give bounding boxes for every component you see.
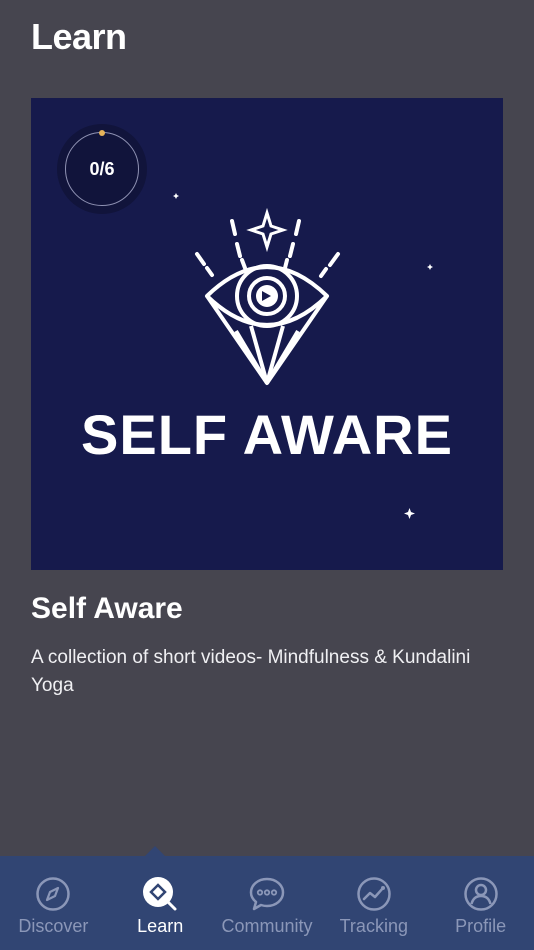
tab-tracking[interactable]: Tracking — [320, 856, 427, 950]
tab-label: Learn — [137, 916, 184, 936]
page-title: Learn — [31, 16, 127, 57]
card-art-title: SELF AWARE — [81, 403, 453, 466]
course-title[interactable]: Self Aware — [31, 592, 183, 626]
bottom-tab-bar: Discover Learn Community Tracking Profil… — [0, 856, 534, 950]
chat-bubble-icon — [249, 877, 285, 911]
tab-label: Profile — [455, 916, 507, 936]
course-card[interactable]: 0/6 SELF AWARE — [31, 98, 503, 570]
tab-learn[interactable]: Learn — [107, 856, 214, 950]
learn-search-icon — [143, 877, 177, 911]
compass-icon — [36, 877, 71, 911]
tab-label: Tracking — [339, 916, 408, 936]
tab-community[interactable]: Community — [214, 856, 321, 950]
user-icon — [463, 877, 498, 911]
course-description: A collection of short videos- Mindfulnes… — [31, 647, 471, 696]
tab-label: Discover — [18, 916, 89, 936]
tab-discover[interactable]: Discover — [0, 856, 107, 950]
chart-icon — [357, 877, 391, 911]
tab-label: Community — [221, 916, 313, 936]
progress-count: 0/6 — [89, 158, 115, 179]
tab-profile[interactable]: Profile — [427, 856, 534, 950]
progress-ring: 0/6 — [57, 124, 147, 214]
star-sparkles — [173, 193, 433, 519]
